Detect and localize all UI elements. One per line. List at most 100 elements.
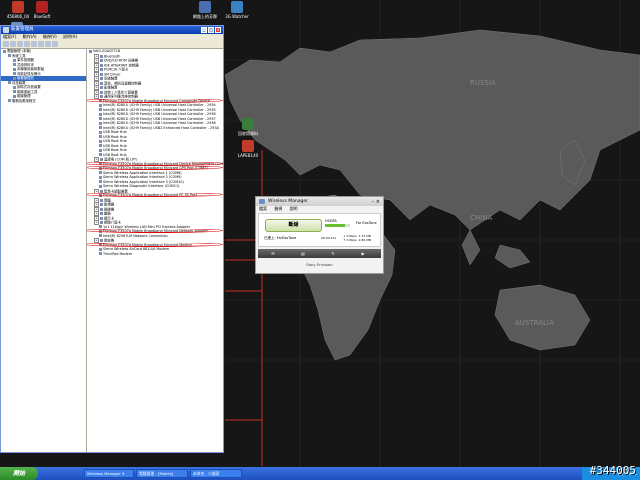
- uninstall-icon[interactable]: [52, 41, 58, 47]
- map-label-china: CHINA: [470, 214, 492, 222]
- device-icon: [89, 49, 92, 53]
- wm-menu-file[interactable]: 檔案: [259, 206, 267, 211]
- start-button[interactable]: 開始: [0, 467, 38, 480]
- tree-item-label: 共用資料夾: [17, 62, 34, 67]
- computer-management-icon: [3, 27, 9, 33]
- taskbar-item[interactable]: 電腦管理 - [Mobile]: [136, 469, 188, 478]
- map-label-australia: AUSTRALIA: [515, 319, 554, 327]
- menu-file[interactable]: 檔案(F): [3, 34, 16, 39]
- device-icon: [99, 243, 102, 246]
- shortcut-icon: [36, 1, 48, 13]
- device-label: Ericsson F3507g Mobile Broadband Minicar…: [103, 161, 223, 166]
- minimize-button[interactable]: _: [201, 27, 207, 33]
- menu-view[interactable]: 檢視(V): [43, 34, 57, 39]
- device-icon: [99, 252, 102, 255]
- device-label: Sierra Wireless Diagnostic Interface (CO…: [103, 184, 180, 188]
- device-icon: [99, 121, 102, 125]
- desktop-icon-label: 回收筒資料: [238, 131, 258, 136]
- device-icon: [99, 175, 102, 179]
- forward-icon[interactable]: [10, 41, 16, 47]
- device-icon: [99, 180, 102, 183]
- device-manager-window[interactable]: 裝置管理員 _ □ × 檔案(F) 動作(A) 檢視(V) 說明(H) 電腦管理 (…: [0, 25, 224, 453]
- wireless-manager-title: Wireless Manager: [268, 199, 308, 204]
- device-icon: [99, 162, 102, 165]
- desktop-icon[interactable]: 回收筒資料: [233, 118, 263, 136]
- device-label: Intel(R) 82801I (ICH9 Family) USB Univer…: [103, 116, 216, 121]
- maximize-button[interactable]: □: [208, 27, 214, 33]
- device-icon: [99, 184, 102, 188]
- desktop-icon[interactable]: 3G Watcher: [222, 1, 252, 19]
- device-label: Intel(R) 82801I (ICH9 Family) USB Univer…: [103, 103, 216, 107]
- tree-item-label: 電腦管理 (本機): [7, 49, 32, 53]
- wireless-manager-window[interactable]: Wireless Manager – × 檔案 檢視 說明 斷線 HSDPA F…: [255, 196, 384, 274]
- device-tree-item[interactable]: ThinkPad Modem: [87, 252, 223, 257]
- contacts-icon[interactable]: ▤: [288, 249, 318, 258]
- tree-item-label: 存放裝置: [12, 80, 26, 85]
- tree-item-label: 卸除式存放裝置: [17, 85, 41, 89]
- wm-menu-view[interactable]: 檢視: [274, 206, 282, 211]
- device-icon: [99, 229, 102, 233]
- sms-icon[interactable]: ✉: [258, 249, 288, 258]
- tree-node-icon: [13, 90, 16, 93]
- device-label: ThinkPad Modem: [103, 251, 133, 256]
- tree-node-icon: [3, 49, 6, 53]
- device-icon: [99, 148, 102, 152]
- disconnect-button[interactable]: 斷線: [265, 219, 322, 232]
- wm-close-button[interactable]: ×: [376, 199, 380, 205]
- desktop-icon-label: LAPEB140: [237, 153, 259, 158]
- device-label: Intel(R) 82801I (ICH9 Family) USB Univer…: [103, 112, 216, 116]
- desktop-icon[interactable]: LAPEB140: [233, 140, 263, 158]
- device-label: Ericsson F3507g Mobile Broadband Minicar…: [103, 98, 210, 103]
- shortcut-icon: [12, 1, 24, 13]
- wm-minimize-button[interactable]: –: [372, 199, 375, 205]
- menu-action[interactable]: 動作(A): [23, 34, 37, 39]
- device-manager-toolbar: [1, 40, 223, 49]
- tree-item-label: 磁碟重組工具: [17, 89, 38, 94]
- tree-node-icon: [8, 81, 11, 84]
- console-tree-pane: 電腦管理 (本機) 系統工具 事件檢視器 共用資料夾 本機使用者和群組 效能記錄及警示 裝置…: [1, 49, 87, 452]
- tree-node-icon: [13, 63, 16, 66]
- wm-menu-help[interactable]: 說明: [290, 206, 298, 211]
- menu-help[interactable]: 說明(H): [63, 34, 77, 39]
- watermark: #344005: [589, 464, 636, 477]
- device-icon: [99, 225, 102, 228]
- refresh-icon[interactable]: [31, 41, 37, 47]
- desktop-icon-label: BlueSoft: [33, 14, 51, 19]
- settings-icon[interactable]: ✎: [318, 249, 348, 258]
- desktop-icon-label: 456806_04: [6, 14, 30, 19]
- device-manager-titlebar[interactable]: 裝置管理員 _ □ ×: [1, 26, 223, 34]
- desktop-icon-label: 3G Watcher: [225, 14, 249, 19]
- scan-hardware-icon[interactable]: [45, 41, 51, 47]
- play-icon[interactable]: ▶: [348, 249, 378, 258]
- device-icon: [99, 166, 102, 170]
- device-icon: [99, 117, 102, 120]
- tree-node-icon: [13, 67, 16, 71]
- connection-timer: 00:00:47s: [321, 236, 337, 240]
- back-icon[interactable]: [3, 41, 9, 47]
- help-icon[interactable]: [38, 41, 44, 47]
- device-icon: [99, 135, 102, 138]
- connection-panel: 斷線 HSDPA Far EasTone 已連上: FarEasTone 00:…: [258, 213, 381, 247]
- shortcut-icon: [242, 140, 254, 152]
- device-icon: [99, 153, 102, 156]
- taskbar-item[interactable]: Wireless Manager 9: [84, 469, 134, 478]
- tree-item-label: 效能記錄及警示: [17, 71, 41, 76]
- desktop-icon[interactable]: BlueSoft: [27, 1, 57, 19]
- tree-item-label: 裝置管理員: [17, 76, 34, 80]
- taskbar-item[interactable]: 未命名 - 小畫家: [190, 469, 242, 478]
- tree-node-icon: [13, 58, 16, 62]
- close-button[interactable]: ×: [215, 27, 221, 33]
- device-icon: [99, 130, 102, 134]
- traffic-stats: ↓ 0 Kbps 1.72 MB ↑ 0 Kbps 2.82 MB: [343, 234, 371, 242]
- up-icon[interactable]: [17, 41, 23, 47]
- device-label: USB Root Hub: [103, 148, 127, 152]
- desktop-icon[interactable]: 網路上的芳鄰: [190, 1, 220, 19]
- properties-icon[interactable]: [24, 41, 30, 47]
- console-tree-item[interactable]: 服務及應用程式: [1, 99, 86, 104]
- tree-item-label: 系統工具: [12, 53, 26, 58]
- device-icon: [99, 103, 102, 107]
- wireless-manager-titlebar[interactable]: Wireless Manager – ×: [256, 197, 383, 206]
- device-label: Intel(R) 82801I (ICH9 Family) USB Univer…: [103, 121, 216, 125]
- device-label: Ericsson F3507g Mobile Broadband Minicar…: [103, 193, 198, 197]
- device-label: Ericsson F3507g Mobile Broadband Minicar…: [103, 242, 192, 247]
